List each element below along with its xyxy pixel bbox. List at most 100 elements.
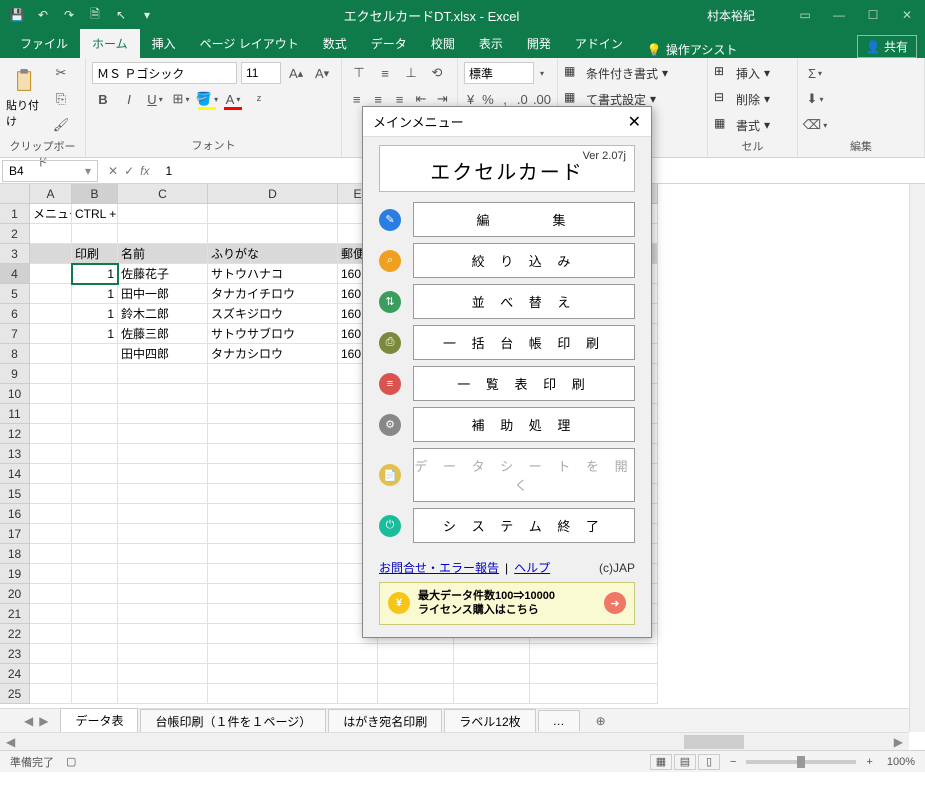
- row-header[interactable]: 16: [0, 504, 30, 524]
- row-header[interactable]: 12: [0, 424, 30, 444]
- cell[interactable]: [72, 644, 118, 664]
- cell[interactable]: [30, 264, 72, 284]
- cell[interactable]: スズキジロウ: [208, 304, 338, 324]
- cell[interactable]: [30, 684, 72, 704]
- undo-icon[interactable]: ↶: [34, 6, 52, 24]
- cell[interactable]: [208, 664, 338, 684]
- sheet-tab[interactable]: はがき宛名印刷: [328, 709, 442, 733]
- sheet-tab[interactable]: データ表: [60, 708, 138, 733]
- cell[interactable]: 田中一郎: [118, 284, 208, 304]
- cell[interactable]: [118, 584, 208, 604]
- italic-button[interactable]: I: [118, 88, 140, 110]
- cell[interactable]: [30, 424, 72, 444]
- row-header[interactable]: 10: [0, 384, 30, 404]
- cell[interactable]: [72, 504, 118, 524]
- row-header[interactable]: 1: [0, 204, 30, 224]
- cell[interactable]: [208, 364, 338, 384]
- share-button[interactable]: 👤 共有: [857, 35, 917, 58]
- cell[interactable]: [118, 204, 208, 224]
- column-header[interactable]: C: [118, 184, 208, 204]
- help-link[interactable]: ヘルプ: [514, 559, 550, 576]
- aux-button[interactable]: 補 助 処 理: [413, 407, 635, 442]
- fill-icon[interactable]: ⬇▾: [804, 88, 826, 110]
- row-header[interactable]: 17: [0, 524, 30, 544]
- qat-more-icon[interactable]: ▾: [138, 6, 156, 24]
- cell[interactable]: [208, 564, 338, 584]
- delete-cells[interactable]: ⊟削除 ▾: [714, 88, 791, 110]
- cell[interactable]: [378, 644, 454, 664]
- cell[interactable]: [30, 584, 72, 604]
- cell[interactable]: [530, 664, 658, 684]
- ribbon-options-icon[interactable]: ▭: [795, 8, 815, 22]
- zoom-out-button[interactable]: −: [730, 756, 736, 768]
- font-color-button[interactable]: A▾: [222, 88, 244, 110]
- view-normal-icon[interactable]: ▦: [650, 754, 672, 770]
- orientation-icon[interactable]: ⟲: [426, 62, 448, 84]
- insert-cells[interactable]: ⊞挿入 ▾: [714, 62, 791, 84]
- view-pagebreak-icon[interactable]: ▯: [698, 754, 720, 770]
- cell[interactable]: サトウハナコ: [208, 264, 338, 284]
- tab-home[interactable]: ホーム: [80, 29, 140, 58]
- cell[interactable]: [118, 644, 208, 664]
- tab-view[interactable]: 表示: [467, 29, 515, 58]
- save-icon[interactable]: 💾: [8, 6, 26, 24]
- cell[interactable]: [72, 624, 118, 644]
- tab-data[interactable]: データ: [359, 29, 419, 58]
- cell[interactable]: [118, 484, 208, 504]
- cell[interactable]: [72, 364, 118, 384]
- underline-button[interactable]: U▾: [144, 88, 166, 110]
- font-name-select[interactable]: [92, 62, 237, 84]
- cell[interactable]: [30, 224, 72, 244]
- cell[interactable]: [208, 504, 338, 524]
- cell[interactable]: メニュー：: [30, 204, 72, 224]
- name-box[interactable]: B4▾: [2, 160, 98, 182]
- cell[interactable]: [208, 424, 338, 444]
- cell[interactable]: [30, 464, 72, 484]
- tab-formulas[interactable]: 数式: [311, 29, 359, 58]
- open-sheet-button[interactable]: デ ー タ シ ー ト を 開 く: [413, 448, 635, 502]
- cell[interactable]: [30, 644, 72, 664]
- column-header[interactable]: D: [208, 184, 338, 204]
- cell[interactable]: [530, 684, 658, 704]
- cell[interactable]: [72, 544, 118, 564]
- cell[interactable]: [72, 424, 118, 444]
- cell[interactable]: [30, 564, 72, 584]
- exit-button[interactable]: シ ス テ ム 終 了: [413, 508, 635, 543]
- phonetic-button[interactable]: ᶻ: [248, 88, 270, 110]
- tell-me[interactable]: 💡 操作アシスト: [635, 41, 749, 58]
- row-header[interactable]: 19: [0, 564, 30, 584]
- tab-developer[interactable]: 開発: [515, 29, 563, 58]
- pointer-icon[interactable]: ↖: [112, 6, 130, 24]
- row-header[interactable]: 6: [0, 304, 30, 324]
- cell[interactable]: 名前: [118, 244, 208, 264]
- cell[interactable]: 佐藤三郎: [118, 324, 208, 344]
- row-header[interactable]: 22: [0, 624, 30, 644]
- cell[interactable]: 1: [72, 304, 118, 324]
- cell[interactable]: [378, 684, 454, 704]
- row-header[interactable]: 5: [0, 284, 30, 304]
- row-header[interactable]: 25: [0, 684, 30, 704]
- row-header[interactable]: 13: [0, 444, 30, 464]
- cell[interactable]: 印刷: [72, 244, 118, 264]
- row-header[interactable]: 15: [0, 484, 30, 504]
- autosum-icon[interactable]: Σ▾: [804, 62, 826, 84]
- cell[interactable]: [208, 584, 338, 604]
- tab-addins[interactable]: アドイン: [563, 29, 635, 58]
- cell[interactable]: [72, 484, 118, 504]
- cell[interactable]: [118, 224, 208, 244]
- vertical-scrollbar[interactable]: [909, 184, 925, 732]
- sheet-nav-prev-icon[interactable]: ◀: [24, 714, 33, 728]
- align-bottom-icon[interactable]: ⊥: [400, 62, 422, 84]
- cell[interactable]: [118, 564, 208, 584]
- cell[interactable]: [118, 364, 208, 384]
- cell[interactable]: [30, 544, 72, 564]
- view-pagelayout-icon[interactable]: ▤: [674, 754, 696, 770]
- cell[interactable]: [208, 404, 338, 424]
- tab-review[interactable]: 校閲: [419, 29, 467, 58]
- copy-icon[interactable]: ⎘: [50, 88, 72, 110]
- maximize-icon[interactable]: ☐: [863, 8, 883, 22]
- cell[interactable]: [118, 524, 208, 544]
- cell[interactable]: [72, 684, 118, 704]
- row-header[interactable]: 18: [0, 544, 30, 564]
- grow-font-icon[interactable]: A▴: [285, 62, 307, 84]
